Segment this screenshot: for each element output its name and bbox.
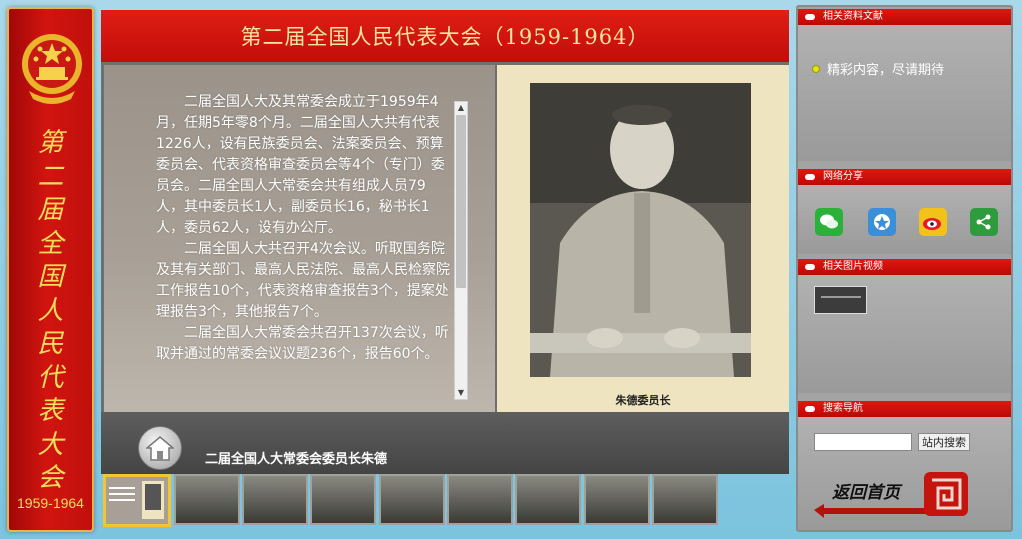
section-header-search: 搜索导航	[798, 401, 1011, 417]
banner-char: 表	[37, 396, 64, 426]
house-icon	[146, 436, 174, 461]
article-paragraph: 二届全国人大常委会共召开137次会议，听取并通过的常委会议议题236个，报告60…	[156, 325, 449, 362]
banner-char: 全	[37, 228, 64, 259]
site-search-button[interactable]: 站内搜索	[918, 433, 970, 451]
related-docs-body	[798, 25, 1011, 161]
photo-panel: 朱德委员长	[497, 65, 789, 412]
national-emblem-icon	[22, 34, 82, 104]
thumbnail[interactable]	[310, 474, 376, 525]
section-header-related-docs: 相关资料文献	[798, 9, 1011, 25]
vertical-banner-title: 第 二 届 全 国 人 民 代 表 大 会	[9, 127, 92, 496]
thumbnail[interactable]	[652, 474, 718, 525]
thumbnail[interactable]	[379, 474, 445, 525]
caption-bar: 二届全国人大常委会委员长朱德	[101, 412, 789, 474]
text-scrollbar[interactable]: ▲ ▼	[454, 101, 468, 400]
video-thumbnail[interactable]	[814, 286, 867, 314]
weibo-icon[interactable]	[919, 208, 947, 236]
thumbnail[interactable]	[584, 474, 650, 525]
related-docs-notice: 精彩内容，尽请期待	[812, 59, 944, 78]
wechat-icon[interactable]	[815, 208, 843, 236]
notice-text: 精彩内容，尽请期待	[827, 63, 945, 78]
banner-char: 第	[37, 128, 64, 158]
banner-char: 届	[37, 195, 64, 225]
qq-zone-icon[interactable]	[868, 208, 896, 236]
banner-char: 代	[37, 362, 64, 393]
text-panel: 二届全国人大及其常委会成立于1959年4月，任期5年零8个月。二届全国人大共有代…	[104, 65, 495, 412]
home-button[interactable]	[138, 426, 182, 470]
scrollbar-thumb[interactable]	[456, 115, 466, 288]
banner-char: 国	[37, 262, 64, 292]
banner-years: 1959-1964	[17, 495, 84, 511]
banner-char: 民	[37, 329, 64, 359]
article-paragraph: 二届全国人大共召开4次会议。听取国务院及其有关部门、最高人民法院、最高人民检察院…	[156, 241, 450, 320]
back-to-home-button[interactable]: 返回首页	[812, 470, 982, 524]
portrait-figure-icon	[530, 83, 751, 377]
right-sidebar: 相关资料文献 精彩内容，尽请期待 网络分享 相关图片视频 搜索导航 站内搜索 返…	[796, 5, 1013, 532]
page-title: 第二届全国人民代表大会（1959-1964）	[101, 10, 789, 62]
banner-char: 会	[37, 463, 64, 493]
portrait-photo	[530, 83, 751, 377]
section-header-videos: 相关图片视频	[798, 259, 1011, 275]
search-input[interactable]	[814, 433, 912, 451]
bullet-icon	[812, 64, 820, 73]
article-paragraph: 二届全国人大及其常委会成立于1959年4月，任期5年零8个月。二届全国人大共有代…	[156, 94, 445, 236]
scroll-up-arrow-icon[interactable]: ▲	[455, 102, 467, 114]
thumbnail[interactable]	[242, 474, 308, 525]
thumbnail-strip	[101, 474, 789, 530]
banner-char: 大	[37, 429, 64, 460]
thumbnail[interactable]	[447, 474, 513, 525]
main-panel: 第二届全国人民代表大会（1959-1964） 二届全国人大及其常委会成立于195…	[101, 10, 789, 474]
thumbnail[interactable]	[515, 474, 581, 525]
thumbnail[interactable]	[174, 474, 240, 525]
article-text[interactable]: 二届全国人大及其常委会成立于1959年4月，任期5年零8个月。二届全国人大共有代…	[156, 92, 452, 400]
banner-char: 人	[37, 295, 64, 326]
left-banner: 第 二 届 全 国 人 民 代 表 大 会 1959-1964	[7, 7, 94, 532]
back-to-home-label: 返回首页	[832, 483, 900, 503]
scroll-down-arrow-icon[interactable]: ▼	[455, 387, 467, 399]
photo-caption: 朱德委员长	[615, 394, 671, 407]
banner-char: 二	[37, 161, 64, 192]
section-header-share: 网络分享	[798, 169, 1011, 185]
slide-caption: 二届全国人大常委会委员长朱德	[205, 452, 388, 467]
share-icon[interactable]	[970, 208, 998, 236]
thumbnail[interactable]	[103, 474, 171, 527]
